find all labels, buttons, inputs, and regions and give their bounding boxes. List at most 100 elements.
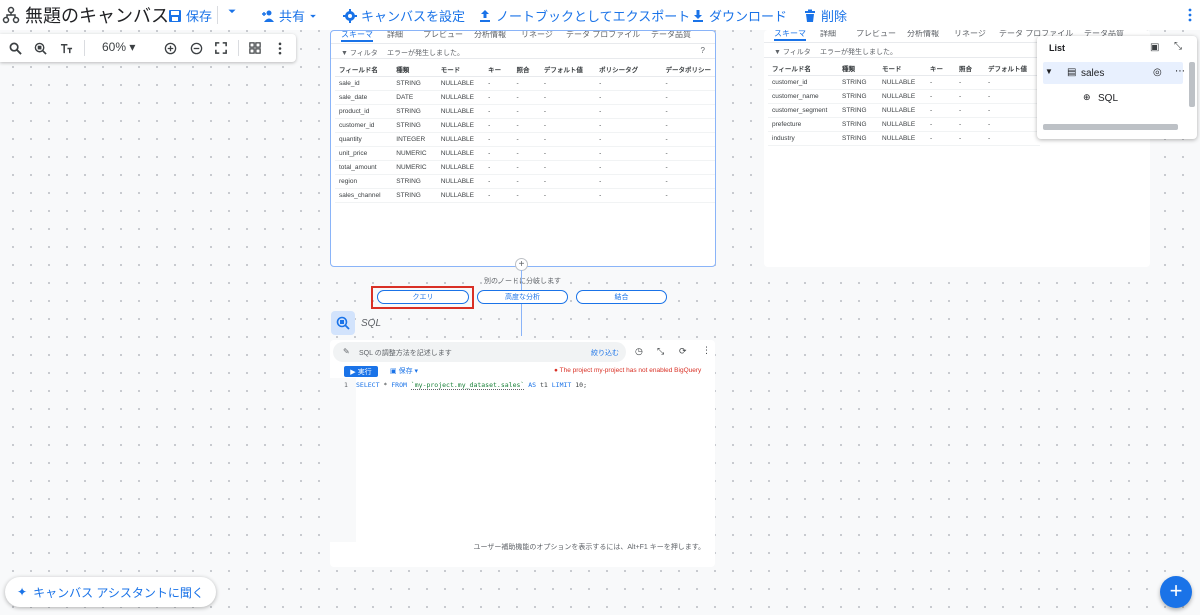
table-cell: -	[661, 188, 715, 203]
table-cell: -	[512, 76, 540, 91]
help-icon[interactable]: ?	[701, 46, 705, 55]
canvas-toolbar: 60% ▾	[0, 34, 296, 62]
export-notebook-button[interactable]: ノートブックとしてエクスポート	[478, 6, 690, 25]
sql-save-button[interactable]: ▣ 保存 ▾	[390, 366, 418, 376]
horizontal-scrollbar[interactable]	[1043, 124, 1178, 130]
table-row[interactable]: sale_date DATE NULLABLE - - - - -	[335, 90, 715, 105]
configure-label: キャンバスを設定	[361, 9, 466, 24]
filter-bar[interactable]: ▼ フィルタ エラーが発生しました。 ?	[331, 43, 715, 59]
collapse-icon[interactable]: ⤡	[657, 346, 664, 357]
table-row[interactable]: customer_id STRING NULLABLE - - - - -	[335, 118, 715, 133]
table-cell: -	[926, 89, 955, 104]
tab-details[interactable]: 詳細	[820, 30, 836, 39]
sales-table-node[interactable]: スキーマ 詳細 プレビュー 分析情報 リネージ データ プロファイル データ品質…	[330, 30, 716, 267]
sql-node[interactable]: ✎ SQL の調整方法を記述します 絞り込む ◷ ⤡ ⟳ ⋮ ▶ 実行 ▣ 保存…	[330, 340, 715, 567]
tab-data-quality[interactable]: データ品質	[651, 31, 691, 40]
prompt-input[interactable]: ✎ SQL の調整方法を記述します 絞り込む	[333, 342, 626, 362]
refresh-icon[interactable]: ⟳	[679, 346, 687, 357]
zoom-in-icon[interactable]	[162, 40, 178, 56]
sql-editor[interactable]: 1 SELECT * FROM `my-project.my_dataset.s…	[330, 378, 715, 542]
table-row[interactable]: customer_segment STRING NULLABLE - - -	[768, 103, 1040, 118]
table-cell: -	[539, 90, 596, 105]
table-row[interactable]: unit_price NUMERIC NULLABLE - - - - -	[335, 146, 715, 161]
search-icon[interactable]	[7, 40, 23, 56]
locate-icon[interactable]: ◎	[1153, 67, 1162, 78]
table-cell: NULLABLE	[436, 90, 485, 105]
tab-preview[interactable]: プレビュー	[423, 31, 463, 40]
save-menu-dropdown[interactable]	[227, 6, 237, 16]
picture-in-picture-icon[interactable]: ▣	[1150, 42, 1159, 53]
table-icon: ▤	[1067, 67, 1077, 78]
table-row[interactable]: prefecture STRING NULLABLE - - -	[768, 117, 1040, 132]
sql-code-line[interactable]: SELECT * FROM `my-project.my_dataset.sal…	[356, 381, 587, 390]
collapse-panel-icon[interactable]: ⤡	[1174, 41, 1182, 52]
save-button[interactable]: 保存	[168, 6, 212, 25]
more-vert-icon[interactable]: ⋮	[702, 345, 711, 356]
more-vert-icon[interactable]	[1188, 8, 1192, 22]
table-cell: -	[484, 104, 513, 119]
table-cell: -	[539, 160, 596, 175]
tab-insights[interactable]: 分析情報	[474, 31, 506, 40]
table-cell: -	[661, 118, 715, 133]
table-cell: NULLABLE	[436, 160, 485, 175]
table-cell: -	[595, 76, 662, 91]
refine-button[interactable]: 絞り込む	[591, 348, 619, 358]
zoom-level-dropdown[interactable]: 60% ▾	[102, 40, 135, 54]
history-icon[interactable]: ◷	[635, 346, 643, 357]
table-row[interactable]: sale_id STRING NULLABLE - - - - -	[335, 76, 715, 91]
text-size-icon[interactable]	[58, 40, 74, 56]
branch-advanced-analysis-button[interactable]: 高度な分析	[477, 290, 568, 304]
list-item-sales[interactable]	[1043, 62, 1183, 84]
tab-insights[interactable]: 分析情報	[907, 30, 939, 39]
vertical-scrollbar[interactable]	[1189, 62, 1195, 107]
table-cell: -	[595, 188, 662, 203]
query-icon: ⊕	[1083, 92, 1091, 102]
column-header: データポリシー	[661, 62, 715, 77]
download-label: ダウンロード	[709, 9, 788, 24]
fullscreen-icon[interactable]	[213, 40, 229, 56]
table-cell: NULLABLE	[436, 146, 485, 161]
expand-triangle-icon[interactable]: ▼	[1045, 67, 1053, 76]
more-horiz-icon[interactable]: ⋯	[1175, 66, 1185, 77]
table-row[interactable]: customer_id STRING NULLABLE - - -	[768, 75, 1040, 90]
table-cell: STRING	[838, 103, 878, 118]
canvas-assistant-button[interactable]: ✦ キャンバス アシスタントに聞く	[5, 577, 216, 607]
column-header: モード	[878, 61, 926, 76]
line-number: 1	[344, 381, 348, 389]
list-panel: List ▣ ⤡ ▼ ▤ sales ◎ ⋯ ⊕ SQL	[1037, 36, 1197, 139]
tab-details[interactable]: 詳細	[387, 31, 403, 40]
add-fab-button[interactable]: +	[1160, 576, 1192, 608]
delete-button[interactable]: 削除	[803, 6, 847, 25]
table-row[interactable]: region STRING NULLABLE - - - - -	[335, 174, 715, 189]
more-vert-icon[interactable]	[272, 40, 288, 56]
table-row[interactable]: industry STRING NULLABLE - - -	[768, 131, 1040, 146]
share-button[interactable]: 共有	[261, 6, 317, 25]
tab-schema[interactable]: スキーマ	[774, 30, 806, 41]
table-row[interactable]: total_amount NUMERIC NULLABLE - - - - -	[335, 160, 715, 175]
sql-node-icon[interactable]	[331, 311, 355, 335]
tab-lineage[interactable]: リネージ	[954, 30, 986, 39]
chevron-down-icon	[228, 9, 236, 14]
table-row[interactable]: product_id STRING NULLABLE - - - - -	[335, 104, 715, 119]
table-row[interactable]: sales_channel STRING NULLABLE - - - - -	[335, 188, 715, 203]
run-button[interactable]: ▶ 実行	[344, 366, 378, 377]
table-cell: -	[484, 76, 513, 91]
list-item-label[interactable]: SQL	[1098, 93, 1118, 104]
table-row[interactable]: customer_name STRING NULLABLE - - -	[768, 89, 1040, 104]
zoom-out-icon[interactable]	[188, 40, 204, 56]
configure-canvas-button[interactable]: キャンバスを設定	[343, 6, 465, 25]
zoom-to-fit-icon[interactable]	[32, 40, 48, 56]
table-cell: -	[512, 132, 540, 147]
tab-lineage[interactable]: リネージ	[521, 31, 553, 40]
table-cell: -	[512, 90, 540, 105]
tab-preview[interactable]: プレビュー	[856, 30, 896, 39]
table-cell: region	[335, 174, 393, 189]
table-cell: -	[984, 75, 1040, 90]
tab-schema[interactable]: スキーマ	[341, 31, 373, 42]
download-button[interactable]: ダウンロード	[691, 6, 787, 25]
tab-data-profile[interactable]: データ プロファイル	[566, 31, 640, 40]
table-cell: -	[955, 117, 984, 132]
branch-join-button[interactable]: 結合	[576, 290, 667, 304]
table-row[interactable]: quantity INTEGER NULLABLE - - - - -	[335, 132, 715, 147]
grid-layout-icon[interactable]	[247, 40, 263, 56]
